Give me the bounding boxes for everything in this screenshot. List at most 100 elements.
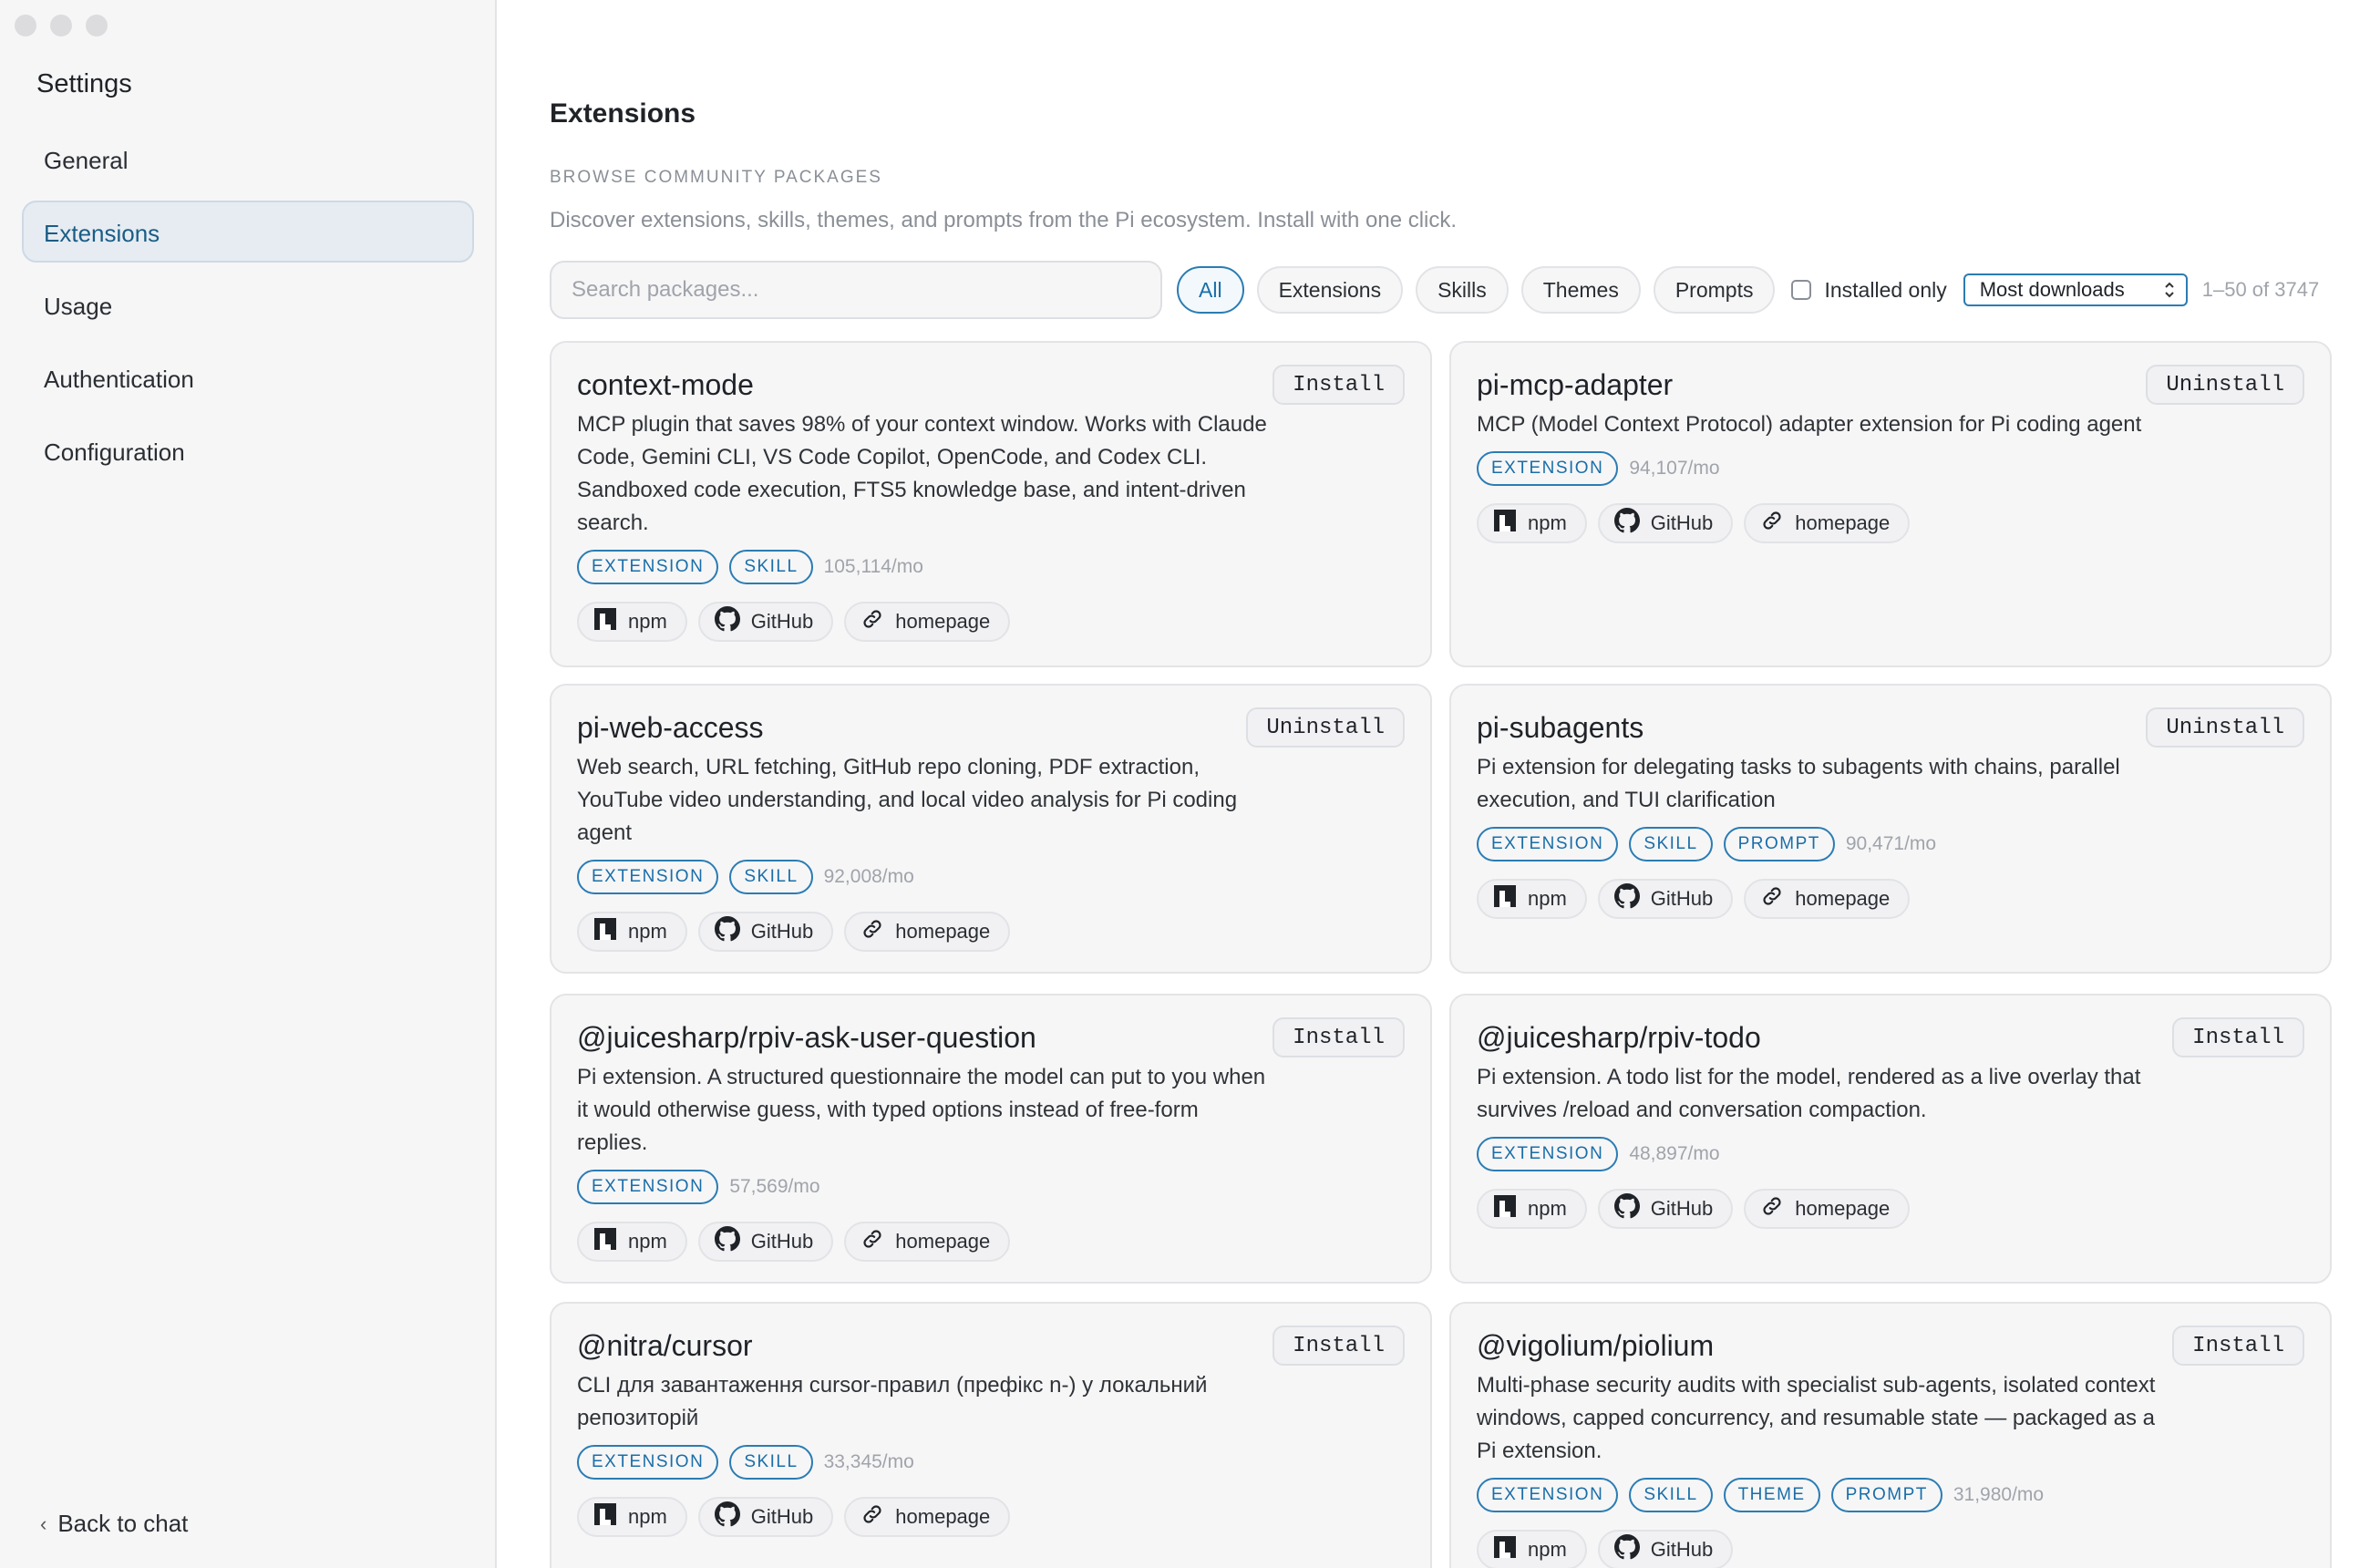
search-input[interactable] [550,261,1162,319]
package-description: CLI для завантаження cursor-правил (преф… [577,1373,1208,1430]
install-button[interactable]: Install [1273,1326,1405,1366]
npm-link[interactable]: npm [577,1497,687,1537]
github-link-label: GitHub [750,1505,814,1528]
npm-link[interactable]: npm [577,602,687,642]
back-to-chat-link[interactable]: ‹ Back to chat [40,1510,188,1538]
uninstall-button[interactable]: Uninstall [1246,707,1405,748]
filter-chip-all[interactable]: All [1177,266,1244,314]
link-icon [1760,509,1795,538]
package-card: @juicesharp/rpiv-todo Install Pi extension… [1449,994,2332,1284]
npm-link[interactable]: npm [577,1222,687,1262]
github-link-label: GitHub [1650,887,1714,910]
download-count: 105,114/mo [823,556,923,577]
github-icon [714,916,751,947]
section-description: Discover extensions, skills, themes, and… [550,208,1458,232]
link-icon [860,917,895,946]
install-button[interactable]: Install [1273,1017,1405,1057]
filter-chip-extensions[interactable]: Extensions [1256,266,1404,314]
github-icon [1613,1193,1651,1224]
close-window-button[interactable] [15,15,36,36]
section-label: BROWSE COMMUNITY PACKAGES [550,168,882,187]
sort-select[interactable]: Most downloads [1963,273,2188,306]
back-to-chat-label: Back to chat [57,1510,189,1537]
package-card: pi-mcp-adapter Uninstall MCP (Model Contex… [1449,341,2332,667]
download-count: 92,008/mo [823,866,914,887]
npm-link-label: npm [628,1505,667,1528]
package-description: Multi-phase security audits with special… [1477,1373,2156,1463]
download-count: 48,897/mo [1629,1143,1720,1164]
npm-link[interactable]: npm [1477,1530,1587,1568]
homepage-link[interactable]: homepage [1744,1189,1911,1229]
uninstall-button[interactable]: Uninstall [2146,365,2304,405]
github-link-label: GitHub [750,1230,814,1253]
github-link[interactable]: GitHub [697,602,834,642]
sidebar-title: Settings [36,69,132,98]
uninstall-button[interactable]: Uninstall [2146,707,2304,748]
homepage-link-label: homepage [895,1230,991,1253]
filter-chip-themes[interactable]: Themes [1520,266,1641,314]
homepage-link-label: homepage [1795,511,1891,534]
link-row: npm GitHub homepage [577,912,1405,952]
tag-badge: EXTENSION [1477,1478,1619,1512]
filter-chip-skills[interactable]: Skills [1416,266,1509,314]
homepage-link[interactable]: homepage [844,912,1011,952]
tag-row: EXTENSION 57,569/mo [577,1169,1405,1205]
homepage-link[interactable]: homepage [844,1222,1011,1262]
package-toolbar: All Extensions Skills Themes Prompts Ins… [550,261,2319,319]
sidebar-item-usage[interactable]: Usage [22,273,474,335]
extensions-panel: Extensions BROWSE COMMUNITY PACKAGES Dis… [497,0,2370,1568]
sidebar-item-configuration[interactable]: Configuration [22,419,474,481]
filter-chip-prompts[interactable]: Prompts [1653,266,1776,314]
installed-only-toggle[interactable]: Installed only [1791,278,1947,303]
npm-link[interactable]: npm [1477,503,1587,543]
install-button[interactable]: Install [2172,1326,2304,1366]
installed-only-checkbox[interactable] [1791,280,1812,300]
package-description: Pi extension. A structured questionnaire… [577,1065,1266,1155]
sidebar-item-general[interactable]: General [22,128,474,190]
npm-icon [593,917,628,946]
npm-icon [1493,1535,1528,1564]
github-link[interactable]: GitHub [697,912,834,952]
npm-link[interactable]: npm [1477,1189,1587,1229]
npm-link[interactable]: npm [1477,879,1587,919]
npm-icon [1493,509,1528,538]
sidebar-item-extensions[interactable]: Extensions [22,201,474,263]
github-link[interactable]: GitHub [1597,1189,1734,1229]
tag-row: EXTENSION SKILL PROMPT 90,471/mo [1477,826,2304,862]
link-row: npm GitHub homepage [1477,1189,2304,1229]
homepage-link-label: homepage [1795,887,1891,910]
link-icon [860,1227,895,1256]
github-link[interactable]: GitHub [697,1222,834,1262]
github-link[interactable]: GitHub [1597,1530,1734,1568]
install-button[interactable]: Install [1273,365,1405,405]
homepage-link[interactable]: homepage [844,1497,1011,1537]
npm-link-label: npm [628,1230,667,1253]
download-count: 90,471/mo [1845,833,1937,854]
github-link[interactable]: GitHub [1597,503,1734,543]
package-card: pi-web-access Uninstall Web search, URL fe… [550,684,1432,974]
tag-badge: SKILL [1629,827,1713,861]
package-card: pi-subagents Uninstall Pi extension for de… [1449,684,2332,974]
github-link[interactable]: GitHub [697,1497,834,1537]
npm-link[interactable]: npm [577,912,687,952]
minimize-window-button[interactable] [50,15,72,36]
github-icon [714,1501,751,1532]
github-link[interactable]: GitHub [1597,879,1734,919]
page-title: Extensions [550,98,696,129]
sidebar-item-authentication[interactable]: Authentication [22,346,474,408]
zoom-window-button[interactable] [86,15,108,36]
link-row: npm GitHub homepage [577,1497,1405,1537]
result-count: 1–50 of 3747 [2201,278,2320,301]
install-button[interactable]: Install [2172,1017,2304,1057]
homepage-link[interactable]: homepage [1744,879,1911,919]
github-icon [1613,508,1651,539]
npm-link-label: npm [628,920,667,943]
homepage-link[interactable]: homepage [1744,503,1911,543]
npm-icon [593,607,628,636]
homepage-link[interactable]: homepage [844,602,1011,642]
npm-icon [1493,1194,1528,1223]
tag-row: EXTENSION SKILL THEME PROMPT 31,980/mo [1477,1477,2304,1513]
link-row: npm GitHub homepage [577,1222,1405,1262]
npm-icon [593,1502,628,1532]
download-count: 31,980/mo [1953,1484,2045,1505]
